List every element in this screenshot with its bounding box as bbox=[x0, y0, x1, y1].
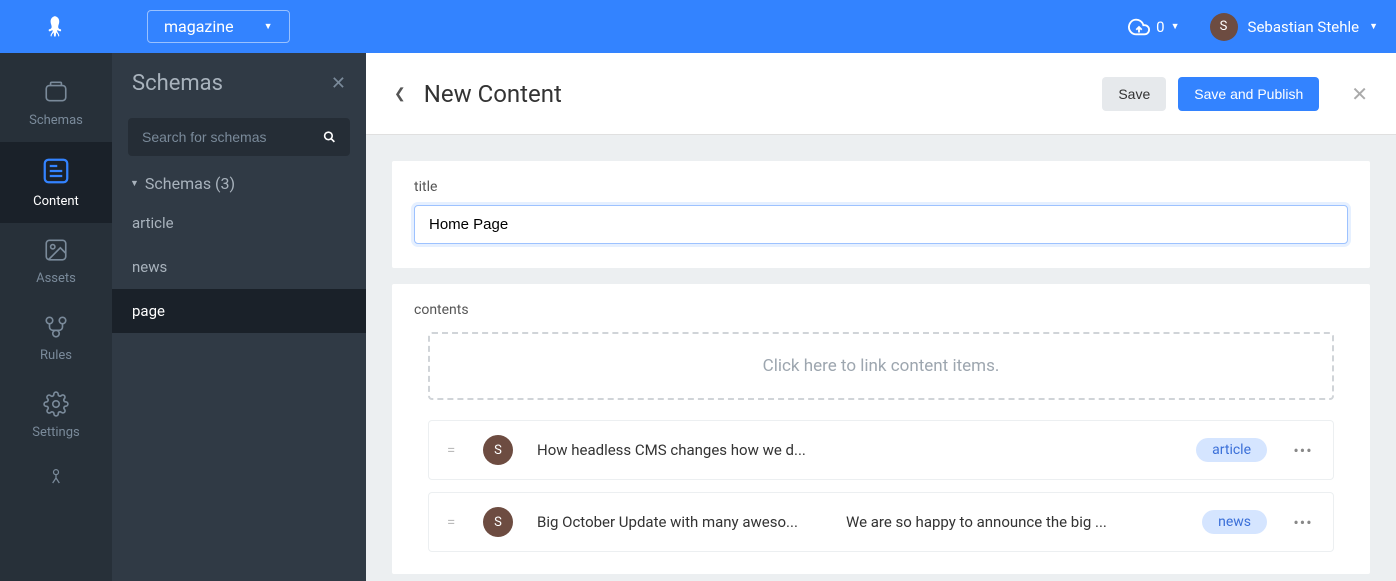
assets-icon bbox=[41, 237, 71, 263]
nav-label: Assets bbox=[36, 271, 76, 286]
content-icon bbox=[41, 156, 71, 186]
nav-assets[interactable]: Assets bbox=[0, 223, 112, 300]
schemas-search-input[interactable] bbox=[142, 129, 323, 145]
page-title: New Content bbox=[424, 80, 1103, 108]
search-icon bbox=[323, 128, 336, 146]
nav-settings[interactable]: Settings bbox=[0, 377, 112, 454]
nav-more[interactable] bbox=[0, 454, 112, 502]
row-avatar: S bbox=[483, 507, 513, 537]
title-label: title bbox=[414, 179, 1348, 195]
nav-label: Schemas bbox=[29, 113, 83, 128]
user-avatar: S bbox=[1210, 13, 1238, 41]
schemas-panel: Schemas ✕ ▼ Schemas (3) article news pag… bbox=[112, 53, 366, 581]
cloud-status[interactable]: 0 ▼ bbox=[1128, 16, 1179, 38]
linked-content-row[interactable]: = S Big October Update with many aweso..… bbox=[428, 492, 1334, 552]
schemas-panel-title: Schemas bbox=[132, 71, 223, 96]
nav-label: Rules bbox=[40, 348, 72, 363]
row-avatar: S bbox=[483, 435, 513, 465]
link-content-dropzone[interactable]: Click here to link content items. bbox=[428, 332, 1334, 400]
row-title: Big October Update with many aweso... bbox=[537, 513, 822, 531]
row-menu-icon[interactable]: ••• bbox=[1291, 513, 1315, 532]
schema-tag: news bbox=[1202, 510, 1267, 534]
caret-down-icon: ▼ bbox=[130, 178, 139, 189]
app-selector[interactable]: magazine ▼ bbox=[147, 10, 290, 43]
caret-down-icon: ▼ bbox=[1369, 21, 1378, 32]
content-header: ❮ New Content Save Save and Publish ✕ bbox=[366, 53, 1396, 135]
back-arrow-icon[interactable]: ❮ bbox=[394, 86, 406, 102]
user-menu[interactable]: S Sebastian Stehle ▼ bbox=[1210, 13, 1378, 41]
schema-item-article[interactable]: article bbox=[112, 201, 366, 245]
settings-icon bbox=[41, 391, 71, 417]
schemas-group-label: Schemas (3) bbox=[145, 174, 235, 193]
topbar: magazine ▼ 0 ▼ S Sebastian Stehle ▼ bbox=[0, 0, 1396, 53]
close-icon[interactable]: ✕ bbox=[331, 73, 346, 94]
schema-tag: article bbox=[1196, 438, 1267, 462]
nav-schemas[interactable]: Schemas bbox=[0, 65, 112, 142]
cloud-sync-icon bbox=[1128, 16, 1150, 38]
cloud-count: 0 bbox=[1156, 18, 1164, 36]
close-icon[interactable]: ✕ bbox=[1351, 82, 1368, 106]
icon-sidebar: Schemas Content Assets Rules Settings bbox=[0, 53, 112, 581]
schema-item-news[interactable]: news bbox=[112, 245, 366, 289]
nav-rules[interactable]: Rules bbox=[0, 300, 112, 377]
schemas-icon bbox=[41, 79, 71, 105]
save-publish-button[interactable]: Save and Publish bbox=[1178, 77, 1319, 111]
logo[interactable] bbox=[0, 0, 112, 53]
main-content: ❮ New Content Save Save and Publish ✕ ti… bbox=[366, 53, 1396, 581]
title-input[interactable] bbox=[414, 205, 1348, 244]
more-icon bbox=[41, 468, 71, 488]
squid-logo-icon bbox=[43, 14, 69, 40]
save-button[interactable]: Save bbox=[1102, 77, 1166, 111]
title-card: title bbox=[392, 161, 1370, 268]
row-title: How headless CMS changes how we d... bbox=[537, 441, 822, 459]
row-desc: We are so happy to announce the big ... bbox=[846, 513, 1178, 531]
user-name: Sebastian Stehle bbox=[1248, 18, 1360, 36]
contents-label: contents bbox=[414, 302, 1348, 318]
nav-label: Settings bbox=[32, 425, 79, 440]
nav-label: Content bbox=[33, 194, 79, 209]
drag-handle-icon[interactable]: = bbox=[447, 441, 459, 459]
drag-handle-icon[interactable]: = bbox=[447, 513, 459, 531]
app-name: magazine bbox=[164, 17, 234, 36]
schemas-group-toggle[interactable]: ▼ Schemas (3) bbox=[112, 174, 366, 201]
schema-item-page[interactable]: page bbox=[112, 289, 366, 333]
contents-card: contents Click here to link content item… bbox=[392, 284, 1370, 574]
nav-content[interactable]: Content bbox=[0, 142, 112, 223]
caret-down-icon: ▼ bbox=[1171, 21, 1180, 32]
linked-content-row[interactable]: = S How headless CMS changes how we d...… bbox=[428, 420, 1334, 480]
schemas-search[interactable] bbox=[128, 118, 350, 156]
row-menu-icon[interactable]: ••• bbox=[1291, 441, 1315, 460]
caret-down-icon: ▼ bbox=[264, 21, 273, 32]
rules-icon bbox=[41, 314, 71, 340]
